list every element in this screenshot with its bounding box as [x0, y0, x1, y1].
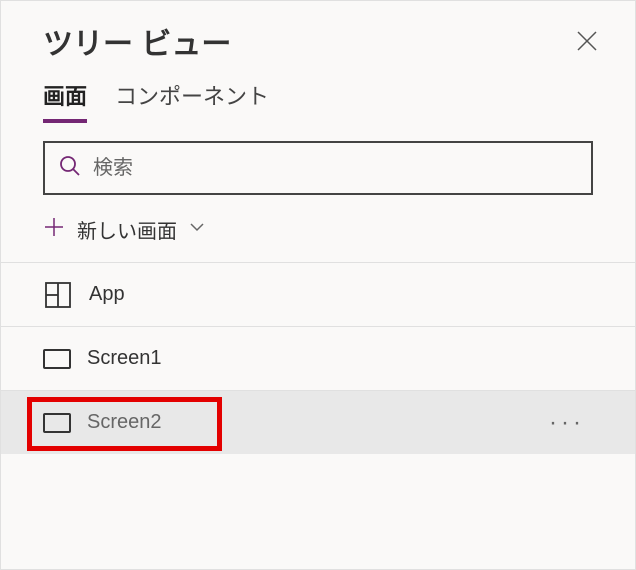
- more-button[interactable]: ···: [549, 409, 593, 437]
- tree-item-screen1[interactable]: Screen1: [1, 326, 635, 390]
- screen-icon: [43, 349, 71, 369]
- close-button[interactable]: [567, 21, 607, 61]
- search-icon: [59, 155, 81, 182]
- tab-screens[interactable]: 画面: [43, 79, 87, 123]
- plus-icon: [43, 216, 65, 243]
- new-screen-button[interactable]: 新しい画面: [1, 205, 635, 262]
- panel-header: ツリー ビュー: [1, 1, 635, 71]
- tabs-row: 画面 コンポーネント: [1, 71, 635, 123]
- close-icon: [576, 30, 598, 52]
- tab-components[interactable]: コンポーネント: [115, 79, 269, 123]
- tree-list: App Screen1 Screen2 ···: [1, 262, 635, 454]
- tree-item-app[interactable]: App: [1, 262, 635, 326]
- tree-wrap: App Screen1 Screen2 ···: [1, 262, 635, 454]
- panel-title: ツリー ビュー: [43, 19, 231, 63]
- chevron-down-icon: [189, 219, 205, 240]
- tree-item-label: Screen1: [87, 347, 593, 370]
- app-icon: [43, 280, 73, 310]
- search-input[interactable]: [93, 157, 577, 180]
- tree-item-screen2[interactable]: Screen2 ···: [1, 390, 635, 454]
- tree-item-label: Screen2: [87, 411, 533, 434]
- new-screen-label: 新しい画面: [77, 215, 177, 244]
- tree-view-panel: ツリー ビュー 画面 コンポーネント: [0, 0, 636, 570]
- search-row: [1, 123, 635, 205]
- screen-icon: [43, 413, 71, 433]
- tree-item-label: App: [89, 283, 593, 306]
- search-box[interactable]: [43, 141, 593, 195]
